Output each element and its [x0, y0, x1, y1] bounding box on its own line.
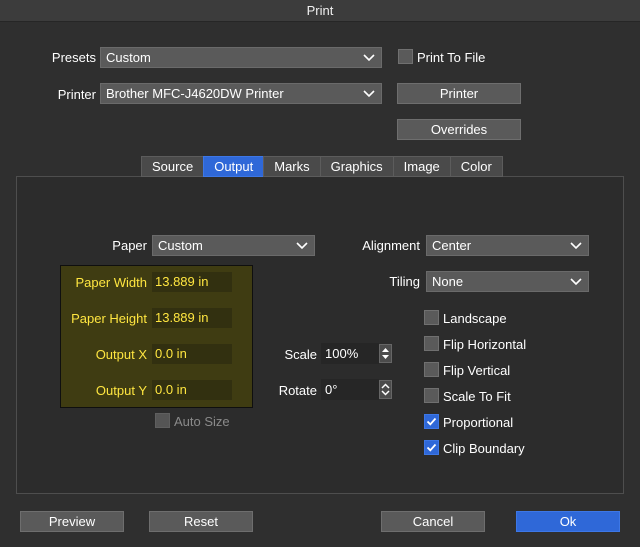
- printer-button[interactable]: Printer: [397, 83, 521, 104]
- flip-horizontal-label: Flip Horizontal: [443, 337, 527, 352]
- tiling-label: Tiling: [389, 274, 420, 289]
- printer-dropdown[interactable]: Brother MFC-J4620DW Printer: [100, 83, 382, 104]
- tiling-dropdown[interactable]: None: [426, 271, 589, 292]
- proportional-checkbox[interactable]: [424, 414, 439, 429]
- scale-to-fit-checkbox[interactable]: [424, 388, 439, 403]
- presets-label: Presets: [51, 50, 96, 65]
- printer-value: Brother MFC-J4620DW Printer: [106, 86, 284, 101]
- landscape-checkbox[interactable]: [424, 310, 439, 325]
- tab-graphics[interactable]: Graphics: [319, 156, 393, 177]
- auto-size-checkbox[interactable]: [155, 413, 170, 428]
- cancel-button[interactable]: Cancel: [381, 511, 485, 532]
- stepper-arrows-icon: [382, 348, 389, 359]
- rotate-field[interactable]: 0°: [321, 379, 379, 400]
- overrides-button[interactable]: Overrides: [397, 119, 521, 140]
- paper-label: Paper: [112, 238, 147, 253]
- chevron-down-icon: [570, 278, 582, 286]
- paper-height-field[interactable]: 13.889 in: [152, 308, 232, 328]
- tab-output[interactable]: Output: [203, 156, 264, 177]
- flip-horizontal-checkbox[interactable]: [424, 336, 439, 351]
- chevron-down-icon: [363, 90, 375, 98]
- scale-to-fit-label: Scale To Fit: [443, 389, 511, 404]
- output-x-label: Output X: [95, 347, 147, 362]
- chevron-down-icon: [296, 242, 308, 250]
- reset-button[interactable]: Reset: [149, 511, 253, 532]
- landscape-label: Landscape: [443, 311, 507, 326]
- paper-width-field[interactable]: 13.889 in: [152, 272, 232, 292]
- presets-value: Custom: [106, 50, 151, 65]
- auto-size-label: Auto Size: [174, 414, 230, 429]
- paper-height-label: Paper Height: [71, 311, 147, 326]
- rotate-stepper[interactable]: [379, 380, 392, 399]
- paper-width-label: Paper Width: [75, 275, 147, 290]
- alignment-dropdown[interactable]: Center: [426, 235, 589, 256]
- print-to-file-label: Print To File: [417, 50, 486, 65]
- scale-field[interactable]: 100%: [321, 343, 379, 364]
- tab-image[interactable]: Image: [392, 156, 450, 177]
- paper-value: Custom: [158, 238, 203, 253]
- clip-boundary-checkbox[interactable]: [424, 440, 439, 455]
- alignment-value: Center: [432, 238, 472, 253]
- window-title: Print: [0, 0, 640, 22]
- tab-source[interactable]: Source: [141, 156, 204, 177]
- chevron-down-icon: [570, 242, 582, 250]
- scale-label: Scale: [284, 347, 317, 362]
- rotate-label: Rotate: [278, 383, 317, 398]
- output-y-label: Output Y: [95, 383, 147, 398]
- chevron-down-icon: [363, 54, 375, 62]
- tab-color[interactable]: Color: [449, 156, 503, 177]
- alignment-label: Alignment: [362, 238, 420, 253]
- output-x-field[interactable]: 0.0 in: [152, 344, 232, 364]
- flip-vertical-label: Flip Vertical: [443, 363, 511, 378]
- checkmark-icon: [426, 443, 437, 452]
- clip-boundary-label: Clip Boundary: [443, 441, 525, 456]
- tab-bar: Source Output Marks Graphics Image Color: [141, 156, 503, 177]
- tab-marks[interactable]: Marks: [263, 156, 320, 177]
- print-to-file-checkbox[interactable]: [398, 49, 413, 64]
- ok-button[interactable]: Ok: [516, 511, 620, 532]
- stepper-chevrons-icon: [381, 383, 390, 396]
- tiling-value: None: [432, 274, 464, 289]
- preview-button[interactable]: Preview: [20, 511, 124, 532]
- presets-dropdown[interactable]: Custom: [100, 47, 382, 68]
- printer-label: Printer: [57, 87, 96, 102]
- scale-stepper[interactable]: [379, 344, 392, 363]
- checkmark-icon: [426, 417, 437, 426]
- proportional-label: Proportional: [443, 415, 514, 430]
- flip-vertical-checkbox[interactable]: [424, 362, 439, 377]
- output-y-field[interactable]: 0.0 in: [152, 380, 232, 400]
- paper-dropdown[interactable]: Custom: [152, 235, 315, 256]
